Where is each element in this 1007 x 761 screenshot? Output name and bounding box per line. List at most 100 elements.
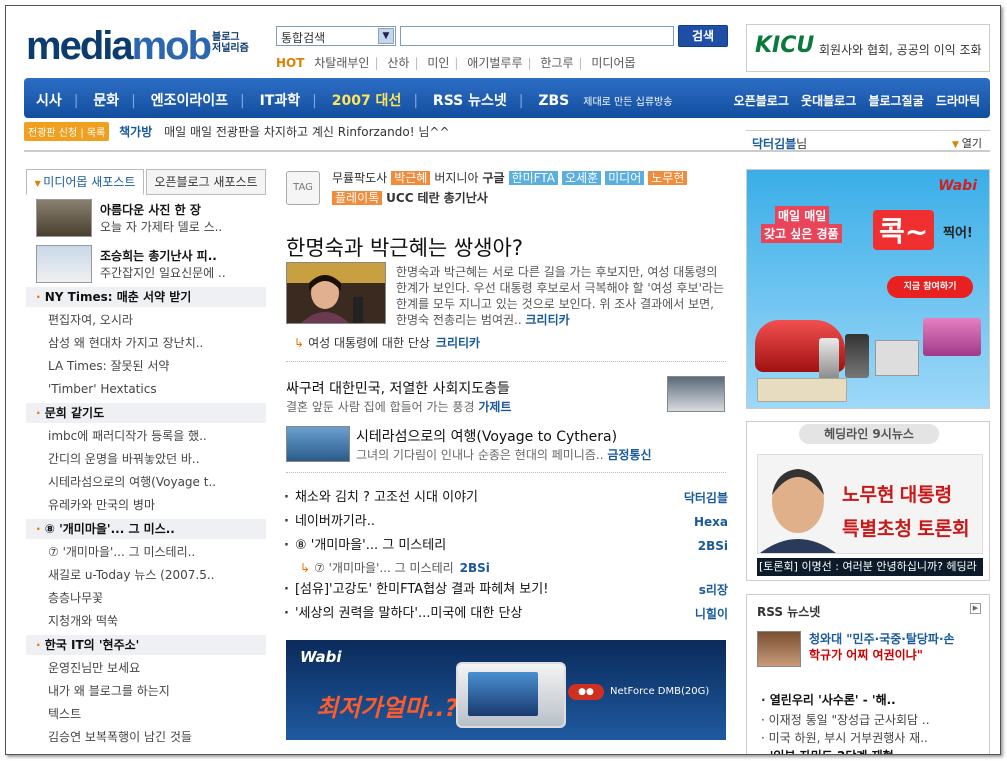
user-name[interactable]: 닥터김블 xyxy=(752,137,796,151)
list-head[interactable]: 문희 같기도 xyxy=(26,403,266,423)
rss-item[interactable]: '인부 자미드 2단계 재형 xyxy=(761,747,894,754)
tag-link[interactable]: 플레이톡 xyxy=(332,191,383,205)
headline-news-box[interactable]: 헤딩라인 9시뉴스 노무현 대통령 특별초청 토론회 [토론회] 이명선 : 여러… xyxy=(746,421,990,581)
story-thumbnail[interactable] xyxy=(286,426,350,462)
ticker-label[interactable]: 책가방 xyxy=(119,125,152,139)
tag-link[interactable]: 테란 xyxy=(418,191,440,205)
list-item[interactable]: 김승연 보복폭행이 남긴 것들 xyxy=(26,726,266,749)
rss-item[interactable]: 미국 하원, 부시 거부권행사 재.. xyxy=(761,729,928,746)
list-item[interactable]: ⑦ '개미마을'... 그 미스테리.. xyxy=(26,541,266,564)
logo-subtitle: 블로그 저널리즘 xyxy=(212,32,249,54)
hot-keyword[interactable]: 애기벌루루 xyxy=(467,56,522,70)
tag-link[interactable]: 오세훈 xyxy=(561,171,602,185)
story-sub: 결혼 앞둔 사람 집에 합들어 가는 풍경 가제트 xyxy=(286,400,512,414)
rss-item[interactable]: 열린우리 '사수론' - '해.. xyxy=(761,691,896,708)
tag-link[interactable]: 버지니아 xyxy=(434,171,478,185)
list-item[interactable]: [섬유]'고강도' 한미FTA협상 결과 파헤쳐 보기!s리장 xyxy=(284,578,728,602)
tag-link[interactable]: 미디어 xyxy=(605,171,645,185)
tag-link[interactable]: 총기난사 xyxy=(444,191,488,205)
list-item[interactable]: 간디의 운명을 바꿔놓았던 바.. xyxy=(26,448,266,471)
ad-brand: KICU xyxy=(755,33,815,58)
search-scope-select[interactable]: 통합검색 ▼ xyxy=(276,26,396,46)
thumb-post[interactable]: 아름다운 사진 한 장 오늘 자 가제타 델로 스.. xyxy=(26,195,266,237)
participate-button[interactable]: 지금 참여하기 xyxy=(887,276,973,298)
event-banner-ad[interactable]: Wabi 매일 매일 갖고 싶은 경품 콕~ 찍어! 지금 참여하기 xyxy=(746,169,990,409)
list-head[interactable]: ⑧ '개미마을'... 그 미스.. xyxy=(26,519,266,539)
rss-featured[interactable]: 청와대 "민주·국중·탈당파·손 학규가 어찌 여권이냐" xyxy=(757,629,983,675)
ticker-text: 매일 매일 전광판을 차지하고 계신 Rinforzando! 님^^ xyxy=(164,125,450,139)
story-title[interactable]: 싸구려 대한민국, 저열한 사회지도층들 xyxy=(286,378,510,398)
ad-text: 회원사와 협회, 공공의 이익 조화 xyxy=(819,43,982,57)
author-link[interactable]: 크리티카 xyxy=(526,313,570,327)
tag-link[interactable]: 한미FTA xyxy=(508,171,558,185)
nav-item-rss[interactable]: RSS 뉴스넷 xyxy=(433,93,507,109)
list-item[interactable]: 층층나무꽃 xyxy=(26,587,266,610)
nav-item-election[interactable]: 2007 대선 xyxy=(332,93,402,109)
story-thumbnail[interactable] xyxy=(667,376,725,412)
nav-item-it[interactable]: IT과학 xyxy=(260,93,301,109)
divider xyxy=(286,472,726,473)
list-item[interactable]: 시테라섬으로의 여행(Voyage t.. xyxy=(26,471,266,494)
tag-link[interactable]: 박근혜 xyxy=(391,171,431,185)
tab-mediamob-posts[interactable]: 미디어몹 새포스트 xyxy=(26,169,144,195)
tag-link[interactable]: UCC xyxy=(386,191,413,205)
search-input[interactable] xyxy=(400,26,674,46)
nav-right-item[interactable]: 블로그질굴 xyxy=(868,94,923,108)
nav-right-item[interactable]: 오픈블로그 xyxy=(734,94,789,108)
post-thumbnail xyxy=(36,199,92,237)
author-link[interactable]: 가제트 xyxy=(478,400,511,414)
thumb-post[interactable]: 조승희는 총기난사 피.. 주간잡지인 일요신문에 .. xyxy=(26,241,266,283)
hot-keyword[interactable]: 산하 xyxy=(387,56,409,70)
tag-link[interactable]: 무률팍도사 xyxy=(332,171,387,185)
rss-photo xyxy=(757,631,801,667)
hot-keyword[interactable]: 차탈래부인 xyxy=(314,56,369,70)
nav-item-sisa[interactable]: 시사 xyxy=(36,93,62,109)
list-head[interactable]: NY Times: 매춘 서약 받기 xyxy=(26,287,266,307)
more-arrow-icon[interactable]: ▶ xyxy=(970,603,981,614)
tag-link[interactable]: 구글 xyxy=(483,171,505,185)
list-item[interactable]: 편집자여, 오시라 xyxy=(26,309,266,332)
list-item[interactable]: '세상의 권력을 말하다'...미국에 대한 단상니힐이 xyxy=(284,602,728,626)
hot-keyword[interactable]: 미디어몹 xyxy=(591,56,635,70)
main-headline[interactable]: 한명숙과 박근혜는 쌍생아? xyxy=(286,232,523,262)
tag-link[interactable]: 노무현 xyxy=(648,171,688,185)
nav-item-culture[interactable]: 문화 xyxy=(93,93,119,109)
tab-openblog-posts[interactable]: 오픈블로그 새포스트 xyxy=(146,169,266,195)
story-title[interactable]: 시테라섬으로의 여행(Voyage to Cythera) xyxy=(356,426,617,446)
ticker-apply-button[interactable]: 전광판 신청 | 목록 xyxy=(24,122,110,141)
list-item[interactable]: 텍스트 xyxy=(26,703,266,726)
list-item[interactable]: 삼성 왜 현대차 가지고 장난치.. xyxy=(26,332,266,355)
list-item[interactable]: imbc에 패러디작가 등록을 했.. xyxy=(26,425,266,448)
nav-right-item[interactable]: 웃대블로그 xyxy=(801,94,856,108)
list-item[interactable]: ⑧ '개미마을'... 그 미스테리2BSi xyxy=(284,534,728,558)
list-item[interactable]: 지청개와 떡쑥 xyxy=(26,610,266,633)
list-item[interactable]: LA Times: 잘못된 서약 xyxy=(26,355,266,378)
open-toggle[interactable]: 열기 xyxy=(952,135,982,151)
related-link[interactable]: ↳ 여성 대통령에 대한 단상 크리티카 xyxy=(294,334,480,351)
hot-keyword[interactable]: 미인 xyxy=(427,56,449,70)
list-sub-item[interactable]: ↳ ⑦ '개미마을'... 그 미스테리 2BSi xyxy=(284,558,728,578)
list-item[interactable]: 새길로 u-Today 뉴스 (2007.5.. xyxy=(26,564,266,587)
list-head[interactable]: 한국 IT의 '현주소' xyxy=(26,635,266,655)
list-item[interactable]: 'Timber' Hextatics xyxy=(26,378,266,401)
search-button[interactable]: 검색 xyxy=(678,25,728,47)
author-link[interactable]: 금정통신 xyxy=(607,448,651,462)
list-item[interactable]: 네이버까기라..Hexa xyxy=(284,510,728,534)
list-item[interactable]: 운영진님만 보세요 xyxy=(26,657,266,680)
rss-title[interactable]: RSS 뉴스넷 xyxy=(757,603,820,620)
wabi-banner-ad[interactable]: Wabi 최저가얼마..? ●● NetForce DMB(20G) xyxy=(286,640,726,740)
hot-keyword[interactable]: 한그루 xyxy=(540,56,573,70)
top-banner-ad[interactable]: KICU 회원사와 협회, 공공의 이익 조화 xyxy=(746,24,990,72)
nav-item-enjoy[interactable]: 엔조이라이프 xyxy=(151,93,228,109)
site-logo[interactable]: mediamob xyxy=(26,24,212,69)
news-scroll-text: [토론회] 이명선 : 여러분 안녕하십니까? 헤딩라 xyxy=(757,558,983,576)
nav-right-item[interactable]: 드라마틱 xyxy=(936,94,980,108)
list-item[interactable]: 내가 왜 블로그를 하는지 xyxy=(26,680,266,703)
hot-label: HOT xyxy=(276,56,305,70)
rss-item[interactable]: 이재정 통일 "장성급 군사회담 .. xyxy=(761,711,930,728)
main-story-photo[interactable] xyxy=(286,262,386,324)
list-item[interactable]: 유레카와 만국의 병마 xyxy=(26,494,266,517)
rss-news-box: RSS 뉴스넷 ▶ 청와대 "민주·국중·탈당파·손학규가 어찌 여권이냐" 열… xyxy=(746,594,990,754)
list-item[interactable]: 채소와 김치 ? 고조선 시대 이야기닥터김블 xyxy=(284,486,728,510)
nav-item-zbs[interactable]: ZBS 제대로 만든 십류방송 xyxy=(538,93,684,109)
